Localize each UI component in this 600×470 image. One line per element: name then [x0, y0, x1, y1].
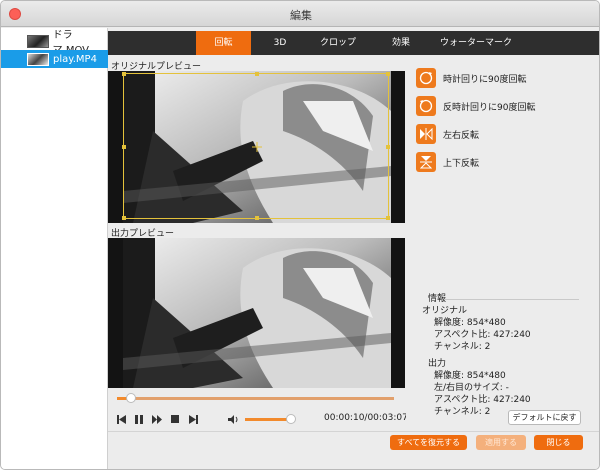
tab-effects[interactable]: 効果 — [376, 31, 426, 55]
fast-forward-icon[interactable] — [151, 412, 163, 426]
original-info-label: オリジナル — [422, 306, 468, 316]
window-title: 編集 — [290, 9, 312, 22]
output-aspect-ratio: アスペクト比: 427:240 — [434, 395, 531, 405]
file-item-drama[interactable]: ドラマ.MOV — [1, 30, 108, 56]
bottom-bar — [108, 431, 599, 469]
file-item-play[interactable]: play.MP4 — [1, 50, 108, 68]
original-aspect-ratio: アスペクト比: 427:240 — [434, 330, 531, 340]
skip-forward-icon[interactable] — [187, 412, 199, 426]
apply-button[interactable]: 適用する — [476, 435, 526, 450]
tab-crop[interactable]: クロップ — [308, 31, 368, 55]
pause-icon[interactable] — [133, 412, 145, 426]
title-bar: 編集 — [1, 1, 599, 27]
stop-icon[interactable] — [169, 412, 181, 426]
video-thumbnail — [27, 52, 49, 66]
volume-thumb[interactable] — [286, 414, 296, 424]
output-preview — [108, 238, 405, 388]
close-button[interactable]: 閉じる — [534, 435, 583, 450]
info-divider — [444, 299, 579, 300]
tab-3d[interactable]: 3D — [260, 31, 300, 55]
rotate-clockwise-icon — [416, 68, 436, 88]
flip-horizontal-icon — [416, 124, 436, 144]
action-label: 時計回りに90度回転 — [443, 74, 527, 85]
skip-back-icon[interactable] — [115, 412, 127, 426]
flip-vertical-button[interactable]: 上下反転 — [416, 151, 479, 173]
seek-thumb[interactable] — [126, 393, 136, 403]
action-label: 左右反転 — [443, 130, 480, 141]
playback-controls: 00:00:10/00:03:07 — [108, 409, 408, 429]
rotate-clockwise-button[interactable]: 時計回りに90度回転 — [416, 67, 526, 89]
edit-tabs: 回転 3D クロップ 効果 ウォーターマーク — [108, 31, 599, 55]
flip-horizontal-button[interactable]: 左右反転 — [416, 123, 479, 145]
rotate-counterclockwise-icon — [416, 96, 436, 116]
action-label: 上下反転 — [443, 158, 480, 169]
info-panel: 情報 オリジナル 解像度: 854*480 アスペクト比: 427:240 チャ… — [406, 293, 596, 418]
edit-window: 編集 ドラマ.MOV play.MP4 回転 3D クロップ 効果 ウォーターマ… — [0, 0, 600, 470]
volume-icon[interactable] — [227, 412, 239, 426]
original-preview — [108, 71, 405, 223]
playback-time: 00:00:10/00:03:07 — [324, 413, 408, 423]
output-info-label: 出力 — [428, 359, 447, 369]
output-eye-size: 左/右目のサイズ: - — [434, 383, 509, 393]
video-thumbnail — [27, 34, 49, 48]
rotate-counterclockwise-button[interactable]: 反時計回りに90度回転 — [416, 95, 535, 117]
tab-rotate[interactable]: 回転 — [196, 31, 251, 55]
volume-slider[interactable] — [245, 418, 292, 421]
original-video-frame — [123, 71, 391, 223]
original-resolution: 解像度: 854*480 — [434, 318, 506, 328]
output-resolution: 解像度: 854*480 — [434, 371, 506, 381]
action-label: 反時計回りに90度回転 — [443, 102, 536, 113]
tab-watermark[interactable]: ウォーターマーク — [426, 31, 526, 55]
seek-bar[interactable] — [117, 397, 394, 400]
reset-default-button[interactable]: デフォルトに戻す — [508, 410, 581, 425]
original-channels: チャンネル: 2 — [434, 342, 491, 352]
flip-vertical-icon — [416, 152, 436, 172]
file-list: ドラマ.MOV play.MP4 — [1, 28, 108, 469]
output-video-frame — [123, 238, 391, 388]
file-name: play.MP4 — [53, 53, 97, 65]
restore-all-button[interactable]: すべてを復元する — [390, 435, 467, 450]
